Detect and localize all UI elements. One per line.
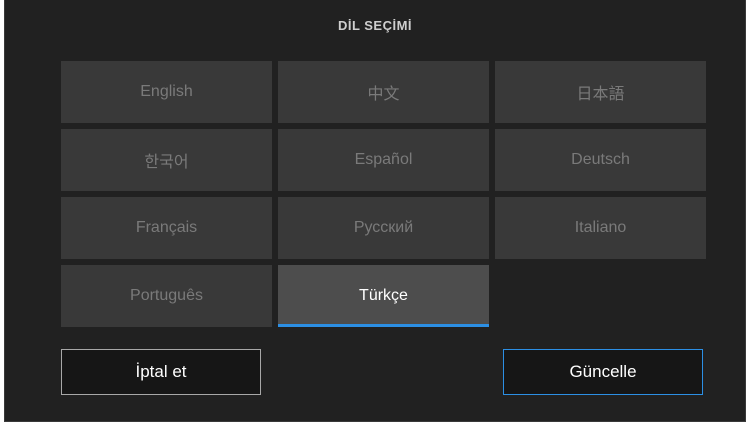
language-option-russian[interactable]: Русский — [278, 197, 489, 259]
language-selection-dialog: DİL SEÇİMİ English 中文 日本語 한국어 Español De… — [4, 0, 746, 422]
language-option-english[interactable]: English — [61, 61, 272, 123]
language-option-turkish[interactable]: Türkçe — [278, 265, 489, 327]
language-option-portuguese[interactable]: Português — [61, 265, 272, 327]
language-option-spanish[interactable]: Español — [278, 129, 489, 191]
update-button[interactable]: Güncelle — [503, 349, 703, 395]
cancel-button[interactable]: İptal et — [61, 349, 261, 395]
language-option-french[interactable]: Français — [61, 197, 272, 259]
language-option-chinese[interactable]: 中文 — [278, 61, 489, 123]
language-option-japanese[interactable]: 日本語 — [495, 61, 706, 123]
dialog-title: DİL SEÇİMİ — [337, 18, 413, 33]
language-option-italian[interactable]: Italiano — [495, 197, 706, 259]
language-grid: English 中文 日本語 한국어 Español Deutsch Franç… — [61, 61, 706, 327]
language-option-korean[interactable]: 한국어 — [61, 129, 272, 191]
language-option-german[interactable]: Deutsch — [495, 129, 706, 191]
